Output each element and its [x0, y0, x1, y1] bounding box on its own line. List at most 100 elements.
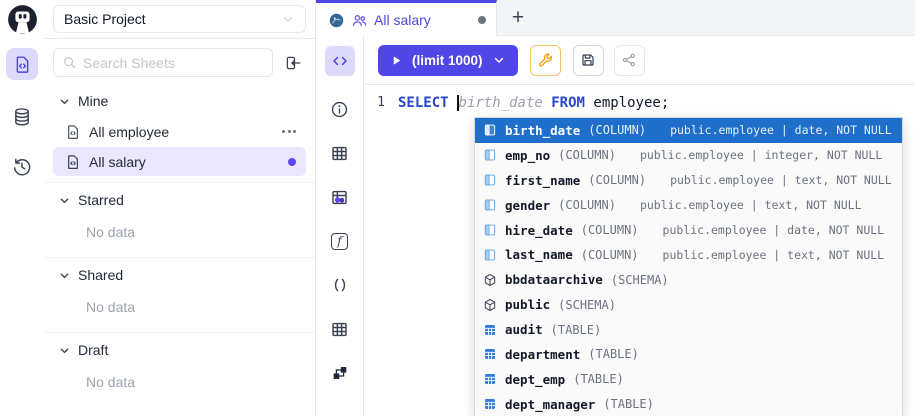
- chevron-down-icon: [58, 194, 71, 207]
- autocomplete-item-first-name[interactable]: first_name (COLUMN) public.employee | te…: [475, 168, 902, 193]
- section-header[interactable]: Mine: [53, 86, 306, 116]
- project-selector[interactable]: Basic Project: [53, 5, 306, 33]
- autocomplete-kind: (COLUMN): [558, 148, 616, 162]
- sheet-icon: [65, 154, 81, 170]
- search-box: [53, 48, 273, 77]
- postgres-icon: [328, 12, 345, 29]
- autocomplete-name: bbdataarchive: [505, 272, 603, 287]
- tab-all-salary[interactable]: All salary: [316, 0, 497, 37]
- autocomplete-kind: (TABLE): [588, 347, 639, 361]
- autocomplete-kind: (SCHEMA): [611, 273, 669, 287]
- sql-keyword-select: SELECT: [398, 95, 449, 111]
- autocomplete-item-emp-no[interactable]: emp_no (COLUMN) public.employee | intege…: [475, 143, 902, 168]
- table-icon: [483, 347, 497, 361]
- schema-panel-button[interactable]: [325, 138, 355, 168]
- autocomplete-detail: public.employee | integer, NOT NULL: [640, 148, 882, 162]
- autocomplete-item-last-name[interactable]: last_name (COLUMN) public.employee | tex…: [475, 242, 902, 267]
- autocomplete-name: emp_no: [505, 148, 550, 163]
- nav-history-button[interactable]: [6, 151, 38, 183]
- sheet-sidebar: Basic Project Mine All empl: [44, 0, 316, 416]
- column-icon: [483, 248, 497, 262]
- users-icon: [351, 12, 368, 29]
- parentheses-panel-button[interactable]: [325, 270, 355, 300]
- search-input[interactable]: [83, 55, 264, 71]
- format-sql-button[interactable]: [530, 45, 561, 76]
- search-row: [44, 39, 315, 82]
- schema-icon: [483, 298, 497, 312]
- data-table-icon: [330, 320, 349, 339]
- autocomplete-name: audit: [505, 322, 543, 337]
- new-tab-button[interactable]: +: [497, 0, 539, 36]
- empty-state-text: No data: [53, 290, 306, 326]
- autocomplete-item-hire-date[interactable]: hire_date (COLUMN) public.employee | dat…: [475, 218, 902, 243]
- section-header[interactable]: Shared: [53, 260, 306, 290]
- column-icon: [483, 198, 497, 212]
- data-panel-button[interactable]: [325, 314, 355, 344]
- autocomplete-name: gender: [505, 198, 550, 213]
- section-label: Mine: [78, 93, 108, 109]
- empty-state-text: No data: [53, 215, 306, 251]
- autocomplete-item-birth-date[interactable]: birth_date (COLUMN) public.employee | da…: [475, 118, 902, 143]
- function-panel-button[interactable]: f: [325, 226, 355, 256]
- unsaved-dot: [288, 158, 296, 166]
- autocomplete-item-public[interactable]: public (SCHEMA): [475, 292, 902, 317]
- section-header[interactable]: Starred: [53, 185, 306, 215]
- autocomplete-kind: (COLUMN): [558, 198, 616, 212]
- nav-databases-button[interactable]: [6, 101, 38, 133]
- autocomplete-kind: (COLUMN): [588, 173, 646, 187]
- sql-editor[interactable]: 1 SELECT birth_date FROM employee;: [365, 84, 915, 113]
- sheet-icon: [65, 124, 81, 140]
- sidebar-section-starred: Starred No data: [53, 182, 306, 251]
- sql-keyword-from: FROM: [551, 95, 585, 111]
- autocomplete-item-dept-emp[interactable]: dept_emp (TABLE): [475, 367, 902, 392]
- more-menu-icon[interactable]: [282, 130, 296, 133]
- section-header[interactable]: Draft: [53, 335, 306, 365]
- sheet-item-all-employee[interactable]: All employee: [53, 117, 306, 146]
- autocomplete-popup: birth_date (COLUMN) public.employee | da…: [474, 117, 903, 416]
- column-icon: [483, 173, 497, 187]
- chevron-down-icon: [58, 344, 71, 357]
- autocomplete-item-dept-manager[interactable]: dept_manager (TABLE): [475, 392, 902, 416]
- er-diagram-icon: [331, 364, 349, 382]
- save-icon: [580, 52, 596, 68]
- table-icon: [483, 323, 497, 337]
- project-selector-value: Basic Project: [64, 11, 146, 27]
- autocomplete-name: first_name: [505, 173, 580, 188]
- masked-data-panel-button[interactable]: [325, 182, 355, 212]
- schema-table-icon: [330, 144, 349, 163]
- share-sheet-button[interactable]: [614, 45, 645, 76]
- info-icon: [330, 100, 349, 119]
- autocomplete-item-gender[interactable]: gender (COLUMN) public.employee | text, …: [475, 193, 902, 218]
- autocomplete-name: hire_date: [505, 223, 573, 238]
- history-icon: [12, 157, 32, 177]
- sheet-item-all-salary[interactable]: All salary: [53, 147, 306, 176]
- info-panel-button[interactable]: [325, 94, 355, 124]
- table-icon: [483, 397, 497, 411]
- collapse-sidebar-button[interactable]: [280, 50, 306, 76]
- bytebase-logo-icon[interactable]: [7, 4, 38, 35]
- chevron-down-icon: [281, 12, 295, 26]
- autocomplete-detail: public.employee | text, NOT NULL: [663, 248, 885, 262]
- section-divider: [44, 332, 315, 333]
- autocomplete-name: department: [505, 347, 580, 362]
- app-rail: [0, 0, 44, 416]
- tab-label: All salary: [374, 12, 431, 28]
- editor-toolbar: (limit 1000): [365, 36, 915, 84]
- tab-strip: All salary +: [316, 0, 915, 36]
- autocomplete-item-bbdataarchive[interactable]: bbdataarchive (SCHEMA): [475, 267, 902, 292]
- section-label: Starred: [78, 192, 124, 208]
- autocomplete-item-audit[interactable]: audit (TABLE): [475, 317, 902, 342]
- code-panel-button[interactable]: [325, 46, 355, 76]
- column-icon: [483, 148, 497, 162]
- autocomplete-name: dept_manager: [505, 397, 595, 412]
- section-label: Shared: [78, 267, 123, 283]
- save-sheet-button[interactable]: [573, 45, 604, 76]
- nav-sheets-button[interactable]: [6, 48, 38, 80]
- code-line-1: 1 SELECT birth_date FROM employee;: [365, 92, 915, 113]
- column-icon: [483, 123, 497, 137]
- autocomplete-name: public: [505, 297, 550, 312]
- run-query-button[interactable]: (limit 1000): [378, 45, 518, 76]
- er-diagram-panel-button[interactable]: [325, 358, 355, 388]
- autocomplete-item-department[interactable]: department (TABLE): [475, 342, 902, 367]
- autocomplete-kind: (SCHEMA): [558, 298, 616, 312]
